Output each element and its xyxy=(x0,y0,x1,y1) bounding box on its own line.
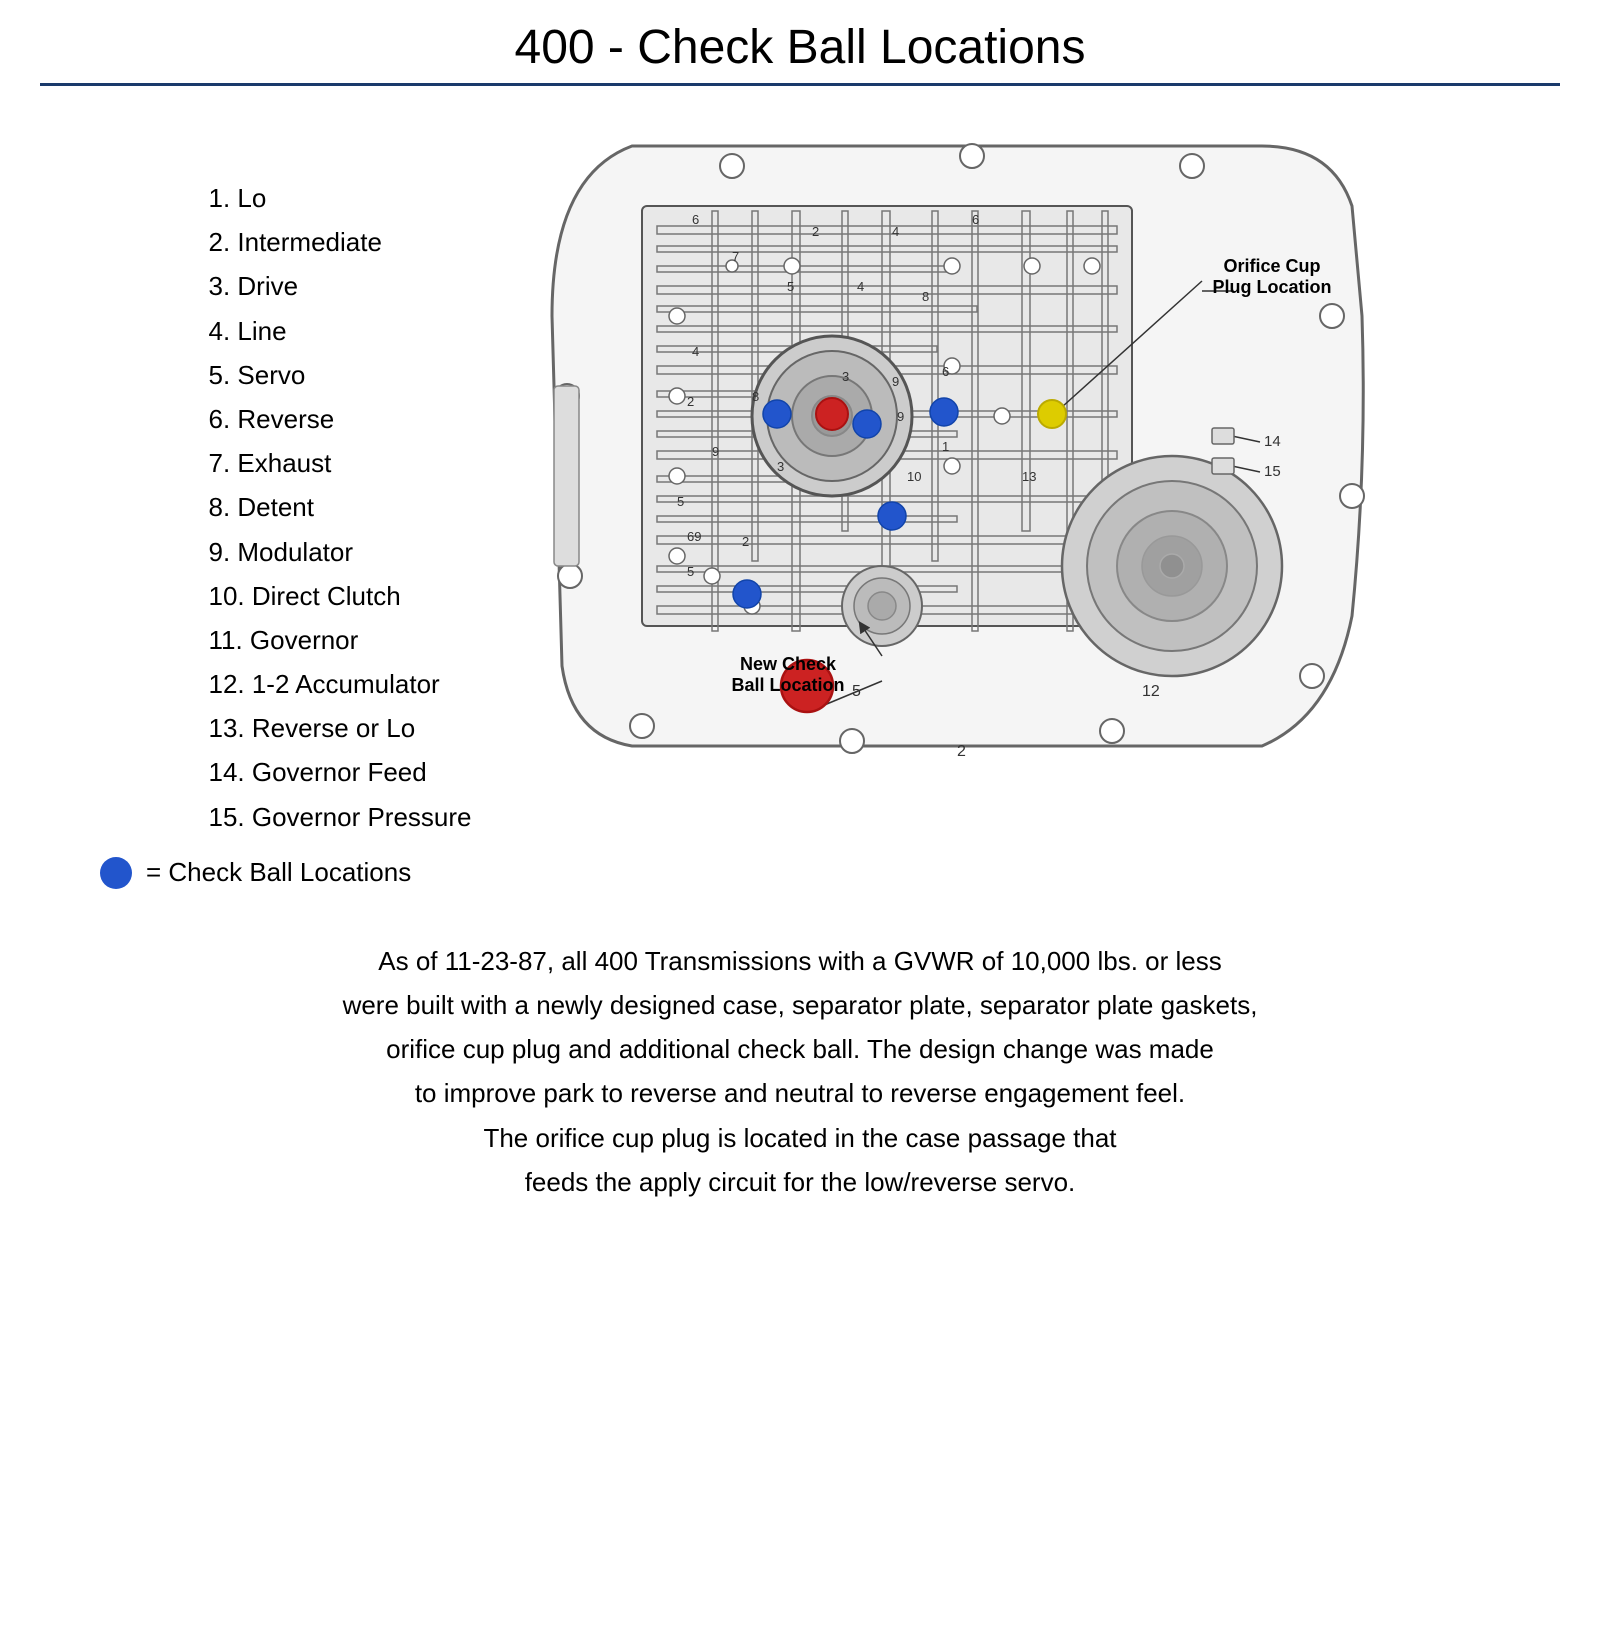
svg-text:15: 15 xyxy=(1264,463,1281,480)
svg-text:2: 2 xyxy=(812,224,819,239)
svg-text:9: 9 xyxy=(712,444,719,459)
legend-list: 1. Lo2. Intermediate3. Drive4. Line5. Se… xyxy=(208,116,471,839)
check-ball-icon xyxy=(100,857,132,889)
legend-item: 14. Governor Feed xyxy=(208,750,471,794)
svg-text:13: 13 xyxy=(1022,469,1036,484)
description-line: were built with a newly designed case, s… xyxy=(343,983,1258,1027)
page-title: 400 - Check Ball Locations xyxy=(515,20,1086,75)
legend-item: 13. Reverse or Lo xyxy=(208,706,471,750)
svg-text:2: 2 xyxy=(742,534,749,549)
legend-item: 7. Exhaust xyxy=(208,441,471,485)
svg-text:3: 3 xyxy=(777,459,784,474)
diagram-svg: 6 6 7 2 4 5 4 8 4 2 8 3 6 9 6 5 9 xyxy=(512,116,1372,796)
legend-item: 3. Drive xyxy=(208,264,471,308)
description-line: The orifice cup plug is located in the c… xyxy=(343,1116,1258,1160)
svg-text:5: 5 xyxy=(687,564,694,579)
svg-text:8: 8 xyxy=(752,389,759,404)
description-text: As of 11-23-87, all 400 Transmissions wi… xyxy=(343,939,1258,1204)
diagram-area: 6 6 7 2 4 5 4 8 4 2 8 3 6 9 6 5 9 xyxy=(512,116,1372,796)
svg-text:5: 5 xyxy=(787,279,794,294)
svg-text:4: 4 xyxy=(857,279,864,294)
svg-text:5: 5 xyxy=(677,494,684,509)
diagram-wrapper: 6 6 7 2 4 5 4 8 4 2 8 3 6 9 6 5 9 xyxy=(492,116,1392,839)
svg-text:12: 12 xyxy=(1142,683,1160,700)
legend-item: 5. Servo xyxy=(208,353,471,397)
svg-text:69: 69 xyxy=(687,529,701,544)
svg-text:2: 2 xyxy=(687,394,694,409)
svg-text:9: 9 xyxy=(897,409,904,424)
legend-item: 1. Lo xyxy=(208,176,471,220)
svg-text:6: 6 xyxy=(972,212,979,227)
description-line: feeds the apply circuit for the low/reve… xyxy=(343,1160,1258,1204)
legend-item: 9. Modulator xyxy=(208,530,471,574)
main-content: 1. Lo2. Intermediate3. Drive4. Line5. Se… xyxy=(40,116,1560,1204)
svg-text:4: 4 xyxy=(692,344,699,359)
title-divider xyxy=(40,83,1560,86)
legend-footer: = Check Ball Locations xyxy=(100,857,411,889)
description-line: As of 11-23-87, all 400 Transmissions wi… xyxy=(343,939,1258,983)
legend-item: 2. Intermediate xyxy=(208,220,471,264)
legend-item: 10. Direct Clutch xyxy=(208,574,471,618)
legend-item: 8. Detent xyxy=(208,485,471,529)
svg-text:3: 3 xyxy=(842,369,849,384)
svg-text:6: 6 xyxy=(942,364,949,379)
diagram-section: 1. Lo2. Intermediate3. Drive4. Line5. Se… xyxy=(40,116,1560,839)
svg-text:6: 6 xyxy=(692,212,699,227)
description-line: to improve park to reverse and neutral t… xyxy=(343,1071,1258,1115)
legend-item: 12. 1-2 Accumulator xyxy=(208,662,471,706)
svg-text:14: 14 xyxy=(1264,433,1281,450)
legend-item: 6. Reverse xyxy=(208,397,471,441)
legend-item: 4. Line xyxy=(208,309,471,353)
legend-item: 15. Governor Pressure xyxy=(208,795,471,839)
new-check-ball-label: New CheckBall Location xyxy=(732,654,845,696)
svg-text:1: 1 xyxy=(942,439,949,454)
svg-text:4: 4 xyxy=(892,224,899,239)
svg-text:10: 10 xyxy=(907,469,921,484)
legend-item: 11. Governor xyxy=(208,618,471,662)
check-ball-legend-text: = Check Ball Locations xyxy=(146,857,411,888)
svg-text:7: 7 xyxy=(732,249,739,264)
description-line: orifice cup plug and additional check ba… xyxy=(343,1027,1258,1071)
svg-text:2: 2 xyxy=(957,743,966,760)
svg-text:9: 9 xyxy=(892,374,899,389)
svg-text:8: 8 xyxy=(922,289,929,304)
orifice-cup-label: Orifice CupPlug Location xyxy=(1213,256,1332,298)
